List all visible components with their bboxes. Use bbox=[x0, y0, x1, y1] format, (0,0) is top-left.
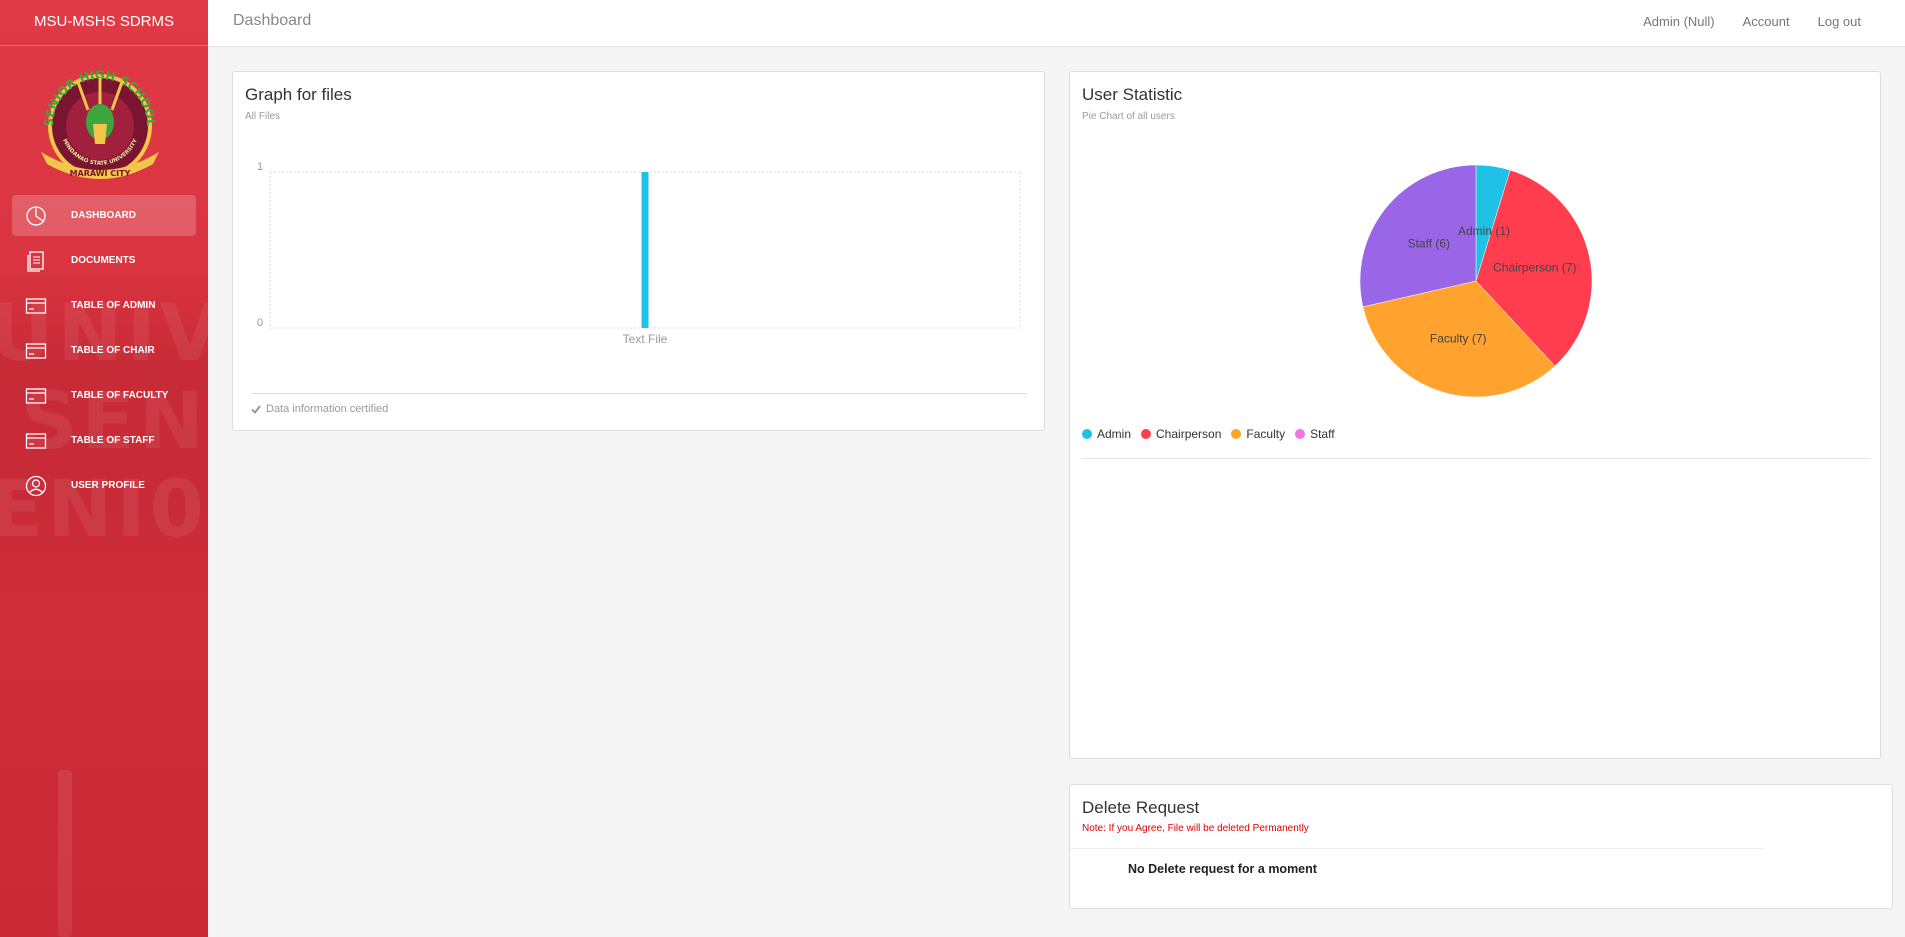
files-graph-card: Graph for files All Files 0 1 Text File Da… bbox=[232, 71, 1045, 431]
logout-link[interactable]: Log out bbox=[1818, 14, 1861, 29]
legend-item[interactable]: Faculty bbox=[1231, 427, 1285, 441]
card-icon bbox=[25, 430, 47, 452]
check-icon bbox=[251, 405, 261, 414]
sidebar-background-pole bbox=[58, 770, 72, 937]
card-icon bbox=[25, 340, 47, 362]
y-tick-label: 1 bbox=[257, 161, 263, 173]
delete-warning-note: Note: If you Agree, File will be deleted… bbox=[1082, 823, 1309, 834]
legend-dot bbox=[1141, 429, 1152, 439]
sidebar: UNIVER SEN ENI013 MSU-MSHS SDRMS SENIOR … bbox=[0, 0, 208, 937]
empty-state-message: No Delete request for a moment bbox=[1128, 862, 1317, 876]
sidebar-item-label: DOCUMENTS bbox=[71, 255, 136, 266]
files-bar-chart: 0 1 Text File bbox=[257, 161, 1021, 346]
legend-label: Chairperson bbox=[1156, 427, 1222, 441]
card-icon bbox=[25, 385, 47, 407]
legend-item[interactable]: Chairperson bbox=[1141, 427, 1221, 441]
legend-label: Staff bbox=[1310, 427, 1335, 441]
sidebar-item-label: TABLE OF STAFF bbox=[71, 435, 155, 446]
sidebar-item-table-of-chair[interactable]: TABLE OF CHAIR bbox=[12, 330, 196, 371]
y-tick-label: 0 bbox=[257, 317, 263, 329]
pie-chart-icon bbox=[25, 205, 47, 227]
sidebar-item-user-profile[interactable]: USER PROFILE bbox=[12, 465, 196, 506]
card-divider bbox=[1070, 848, 1764, 849]
sidebar-item-table-of-admin[interactable]: TABLE OF ADMIN bbox=[12, 285, 196, 326]
card-divider bbox=[251, 393, 1027, 394]
sidebar-item-documents[interactable]: DOCUMENTS bbox=[12, 240, 196, 281]
sidebar-item-label: TABLE OF FACULTY bbox=[71, 390, 169, 401]
x-tick-label: Text File bbox=[623, 332, 668, 346]
user-menu-link[interactable]: Admin (Null) bbox=[1643, 14, 1715, 29]
chart-legend: Admin Chairperson Faculty Staff bbox=[1082, 427, 1335, 441]
sidebar-item-label: TABLE OF ADMIN bbox=[71, 300, 156, 311]
document-icon bbox=[25, 250, 47, 272]
user-statistic-card: User Statistic Pie Chart of all users Ad… bbox=[1069, 71, 1881, 759]
navbar-links: Admin (Null) Account Log out bbox=[1643, 14, 1861, 29]
legend-item[interactable]: Admin bbox=[1082, 427, 1131, 441]
legend-label: Faculty bbox=[1246, 427, 1286, 441]
brand-title[interactable]: MSU-MSHS SDRMS bbox=[0, 0, 208, 46]
legend-dot bbox=[1231, 429, 1242, 439]
sidebar-item-label: DASHBOARD bbox=[71, 210, 136, 221]
legend-label: Admin bbox=[1097, 427, 1132, 441]
slice-label: Staff (6) bbox=[1408, 236, 1450, 250]
school-logo: SENIOR HIGH SCHOOL MINDANAO STATE UNIVER… bbox=[41, 68, 159, 179]
sidebar-nav: DASHBOARD DOCUMENTS TABLE OF ADMIN TABLE… bbox=[12, 195, 196, 510]
slice-label: Chairperson (7) bbox=[1493, 261, 1576, 275]
slice-label: Admin (1) bbox=[1458, 224, 1510, 238]
account-link[interactable]: Account bbox=[1743, 14, 1790, 29]
card-icon bbox=[25, 295, 47, 317]
legend-dot bbox=[1295, 429, 1306, 439]
legend-item[interactable]: Staff bbox=[1295, 427, 1335, 441]
user-icon bbox=[25, 475, 47, 497]
card-divider bbox=[1082, 458, 1870, 459]
bar[interactable] bbox=[641, 172, 649, 328]
slice-label: Faculty (7) bbox=[1430, 332, 1487, 346]
top-navbar: Dashboard Admin (Null) Account Log out bbox=[208, 0, 1905, 47]
delete-request-card: Delete Request Note: If you Agree, File … bbox=[1069, 784, 1893, 909]
sidebar-item-label: TABLE OF CHAIR bbox=[71, 345, 155, 356]
footer-text: Data information certified bbox=[266, 403, 389, 415]
sidebar-item-table-of-faculty[interactable]: TABLE OF FACULTY bbox=[12, 375, 196, 416]
card-title: Delete Request bbox=[1082, 798, 1200, 817]
sidebar-item-label: USER PROFILE bbox=[71, 480, 145, 491]
card-footer: Data information certified bbox=[251, 403, 388, 415]
sidebar-item-table-of-staff[interactable]: TABLE OF STAFF bbox=[12, 420, 196, 461]
user-pie-chart: Admin (1) Chairperson (7) Faculty (7) Staff… bbox=[1359, 164, 1593, 398]
svg-text:MARAWI CITY: MARAWI CITY bbox=[70, 169, 131, 178]
legend-dot bbox=[1082, 429, 1092, 439]
page-title: Dashboard bbox=[233, 12, 312, 29]
sidebar-item-dashboard[interactable]: DASHBOARD bbox=[12, 195, 196, 236]
